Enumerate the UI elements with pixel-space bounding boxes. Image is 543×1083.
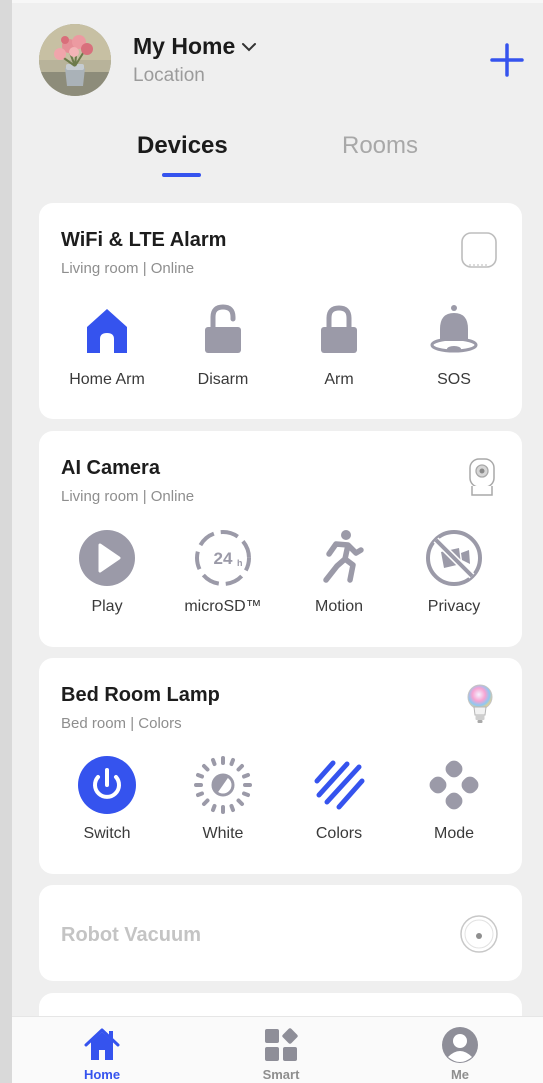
device-name: AI Camera [61,457,160,479]
nav-label: Me [450,1067,470,1082]
flower-vase-image [39,24,111,96]
tab-devices[interactable]: Devices [137,132,228,160]
home-arm-icon [87,309,127,353]
home-icon [84,1028,120,1060]
profile-icon [442,1027,478,1063]
nav-smart[interactable]: Smart [221,1017,341,1082]
nav-label: Home [83,1067,121,1082]
locked-icon [321,305,357,353]
action-label: Disarm [197,371,249,388]
nav-label: Smart [262,1067,300,1082]
device-status: Bed room | Colors [61,715,182,732]
device-card-robot-vacuum[interactable]: Robot Vacuum [39,885,522,981]
action-switch[interactable]: Switch [49,755,165,843]
action-colors[interactable]: Colors [281,755,397,843]
action-sos[interactable]: SOS [396,301,512,389]
device-card-lamp[interactable]: Bed Room Lamp Bed room | Colors Switch W… [39,658,522,874]
nav-me[interactable]: Me [400,1017,520,1082]
action-home-arm[interactable]: Home Arm [49,301,165,389]
action-label: White [202,825,244,842]
action-label: Mode [433,825,475,842]
privacy-off-icon [426,530,482,586]
stripes-icon [314,760,365,810]
svg-text:24: 24 [214,549,233,568]
bulb-icon [467,684,493,723]
action-label: Motion [314,598,364,615]
smart-grid-icon [265,1028,298,1061]
device-name: Bed Room Lamp [61,684,220,706]
action-white[interactable]: White [165,755,281,843]
chevron-down-icon [242,42,257,51]
home-selector[interactable]: My Home [133,33,257,60]
action-label: Colors [315,825,363,842]
running-person-icon [323,530,364,583]
action-label: Switch [83,825,131,842]
home-location: Location [133,65,205,86]
microsd-24h-icon: 24 h [195,530,251,586]
alarm-hub-icon [461,232,497,268]
action-label: Play [91,598,123,615]
device-status: Living room | Online [61,488,195,505]
camera-icon [469,458,495,496]
action-label: Arm [324,371,354,388]
bell-icon [430,305,478,353]
action-microsd[interactable]: 24 h microSD™ [165,528,281,616]
unlocked-icon [205,304,241,353]
svg-text:h: h [237,558,243,568]
status-bar-strip [12,0,543,3]
app-screen: My Home Location Devices Rooms WiFi & LT… [12,0,543,1083]
active-tab-indicator [162,173,201,177]
home-avatar[interactable] [39,24,111,96]
add-icon[interactable] [490,43,524,77]
tab-rooms[interactable]: Rooms [342,132,418,160]
action-privacy[interactable]: Privacy [396,528,512,616]
action-motion[interactable]: Motion [281,528,397,616]
action-disarm[interactable]: Disarm [165,301,281,389]
robot-vacuum-icon [460,915,498,953]
brightness-icon [194,756,252,814]
bottom-navigation: Home Smart Me [12,1016,543,1083]
power-icon [78,756,136,814]
action-label: Privacy [427,598,481,615]
device-card-camera[interactable]: AI Camera Living room | Online Play 24 h… [39,431,522,647]
device-name: Robot Vacuum [61,924,202,946]
play-icon [79,530,135,586]
mode-icon [429,760,479,810]
action-arm[interactable]: Arm [281,301,397,389]
nav-home[interactable]: Home [42,1017,162,1082]
action-mode[interactable]: Mode [396,755,512,843]
action-label: SOS [437,371,471,388]
device-status: Living room | Online [61,260,195,277]
device-card-alarm[interactable]: WiFi & LTE Alarm Living room | Online Ho… [39,203,522,419]
action-label: Home Arm [69,371,145,388]
home-name: My Home [133,33,236,59]
device-name: WiFi & LTE Alarm [61,229,227,251]
action-label: microSD™ [184,598,262,615]
action-play[interactable]: Play [49,528,165,616]
